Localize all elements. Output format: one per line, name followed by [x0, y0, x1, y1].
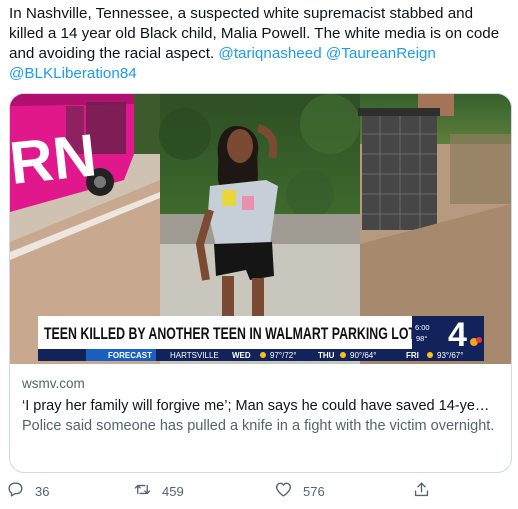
reply-count: 36 — [35, 483, 50, 499]
ticker-day-fri: FRI — [406, 351, 419, 360]
retweet-count: 459 — [162, 483, 184, 499]
mention-taureanreign[interactable]: @TaureanReign — [326, 45, 436, 62]
share-button[interactable] — [412, 477, 431, 505]
retweet-icon — [133, 480, 152, 502]
bus-lettering: RN — [10, 121, 100, 197]
like-count: 576 — [303, 483, 325, 499]
heart-icon — [274, 480, 293, 502]
like-button[interactable]: 576 — [274, 477, 325, 505]
channel-number: 4 — [448, 316, 467, 354]
ticker-temps-fri: 93°/67° — [437, 351, 463, 360]
headline-text: TEEN KILLED BY ANOTHER TEEN IN WALMART P… — [44, 325, 416, 343]
ticker-temps-wed: 97°/72° — [270, 351, 296, 360]
reply-icon — [6, 480, 25, 502]
ticker-day-wed: WED — [232, 351, 251, 360]
ticker-day-thu: THU — [318, 351, 335, 360]
card-domain: wsmv.com — [22, 376, 85, 391]
mention-tariqnasheed[interactable]: @tariqnasheed — [218, 45, 321, 62]
mention-blkliberation84[interactable]: @BLKLiberation84 — [9, 65, 137, 82]
share-icon — [412, 480, 431, 502]
ticker-city: HARTSVILLE — [170, 351, 219, 360]
card-description: Police said someone has pulled a knife i… — [22, 418, 495, 434]
card-media-image[interactable]: RN TEEN KILLED BY ANOTHER TEEN IN WALMAR… — [10, 94, 511, 364]
link-card[interactable]: RN TEEN KILLED BY ANOTHER TEEN IN WALMAR… — [9, 93, 512, 473]
reply-button[interactable]: 36 — [6, 477, 49, 505]
retweet-button[interactable]: 459 — [133, 477, 184, 505]
card-meta: wsmv.com ‘I pray her family will forgive… — [22, 375, 502, 436]
time-block — [412, 316, 442, 349]
time-text: 6:00 — [415, 323, 430, 332]
temp-text: 98° — [416, 334, 427, 343]
ticker-label: FORECAST — [108, 351, 152, 360]
tweet-text: In Nashville, Tennessee, a suspected whi… — [9, 4, 509, 84]
ticker-temps-thu: 90°/64° — [350, 351, 376, 360]
card-title: ‘I pray her family will forgive me’; Man… — [22, 398, 490, 414]
tweet-actions: 36 459 576 — [0, 477, 518, 507]
